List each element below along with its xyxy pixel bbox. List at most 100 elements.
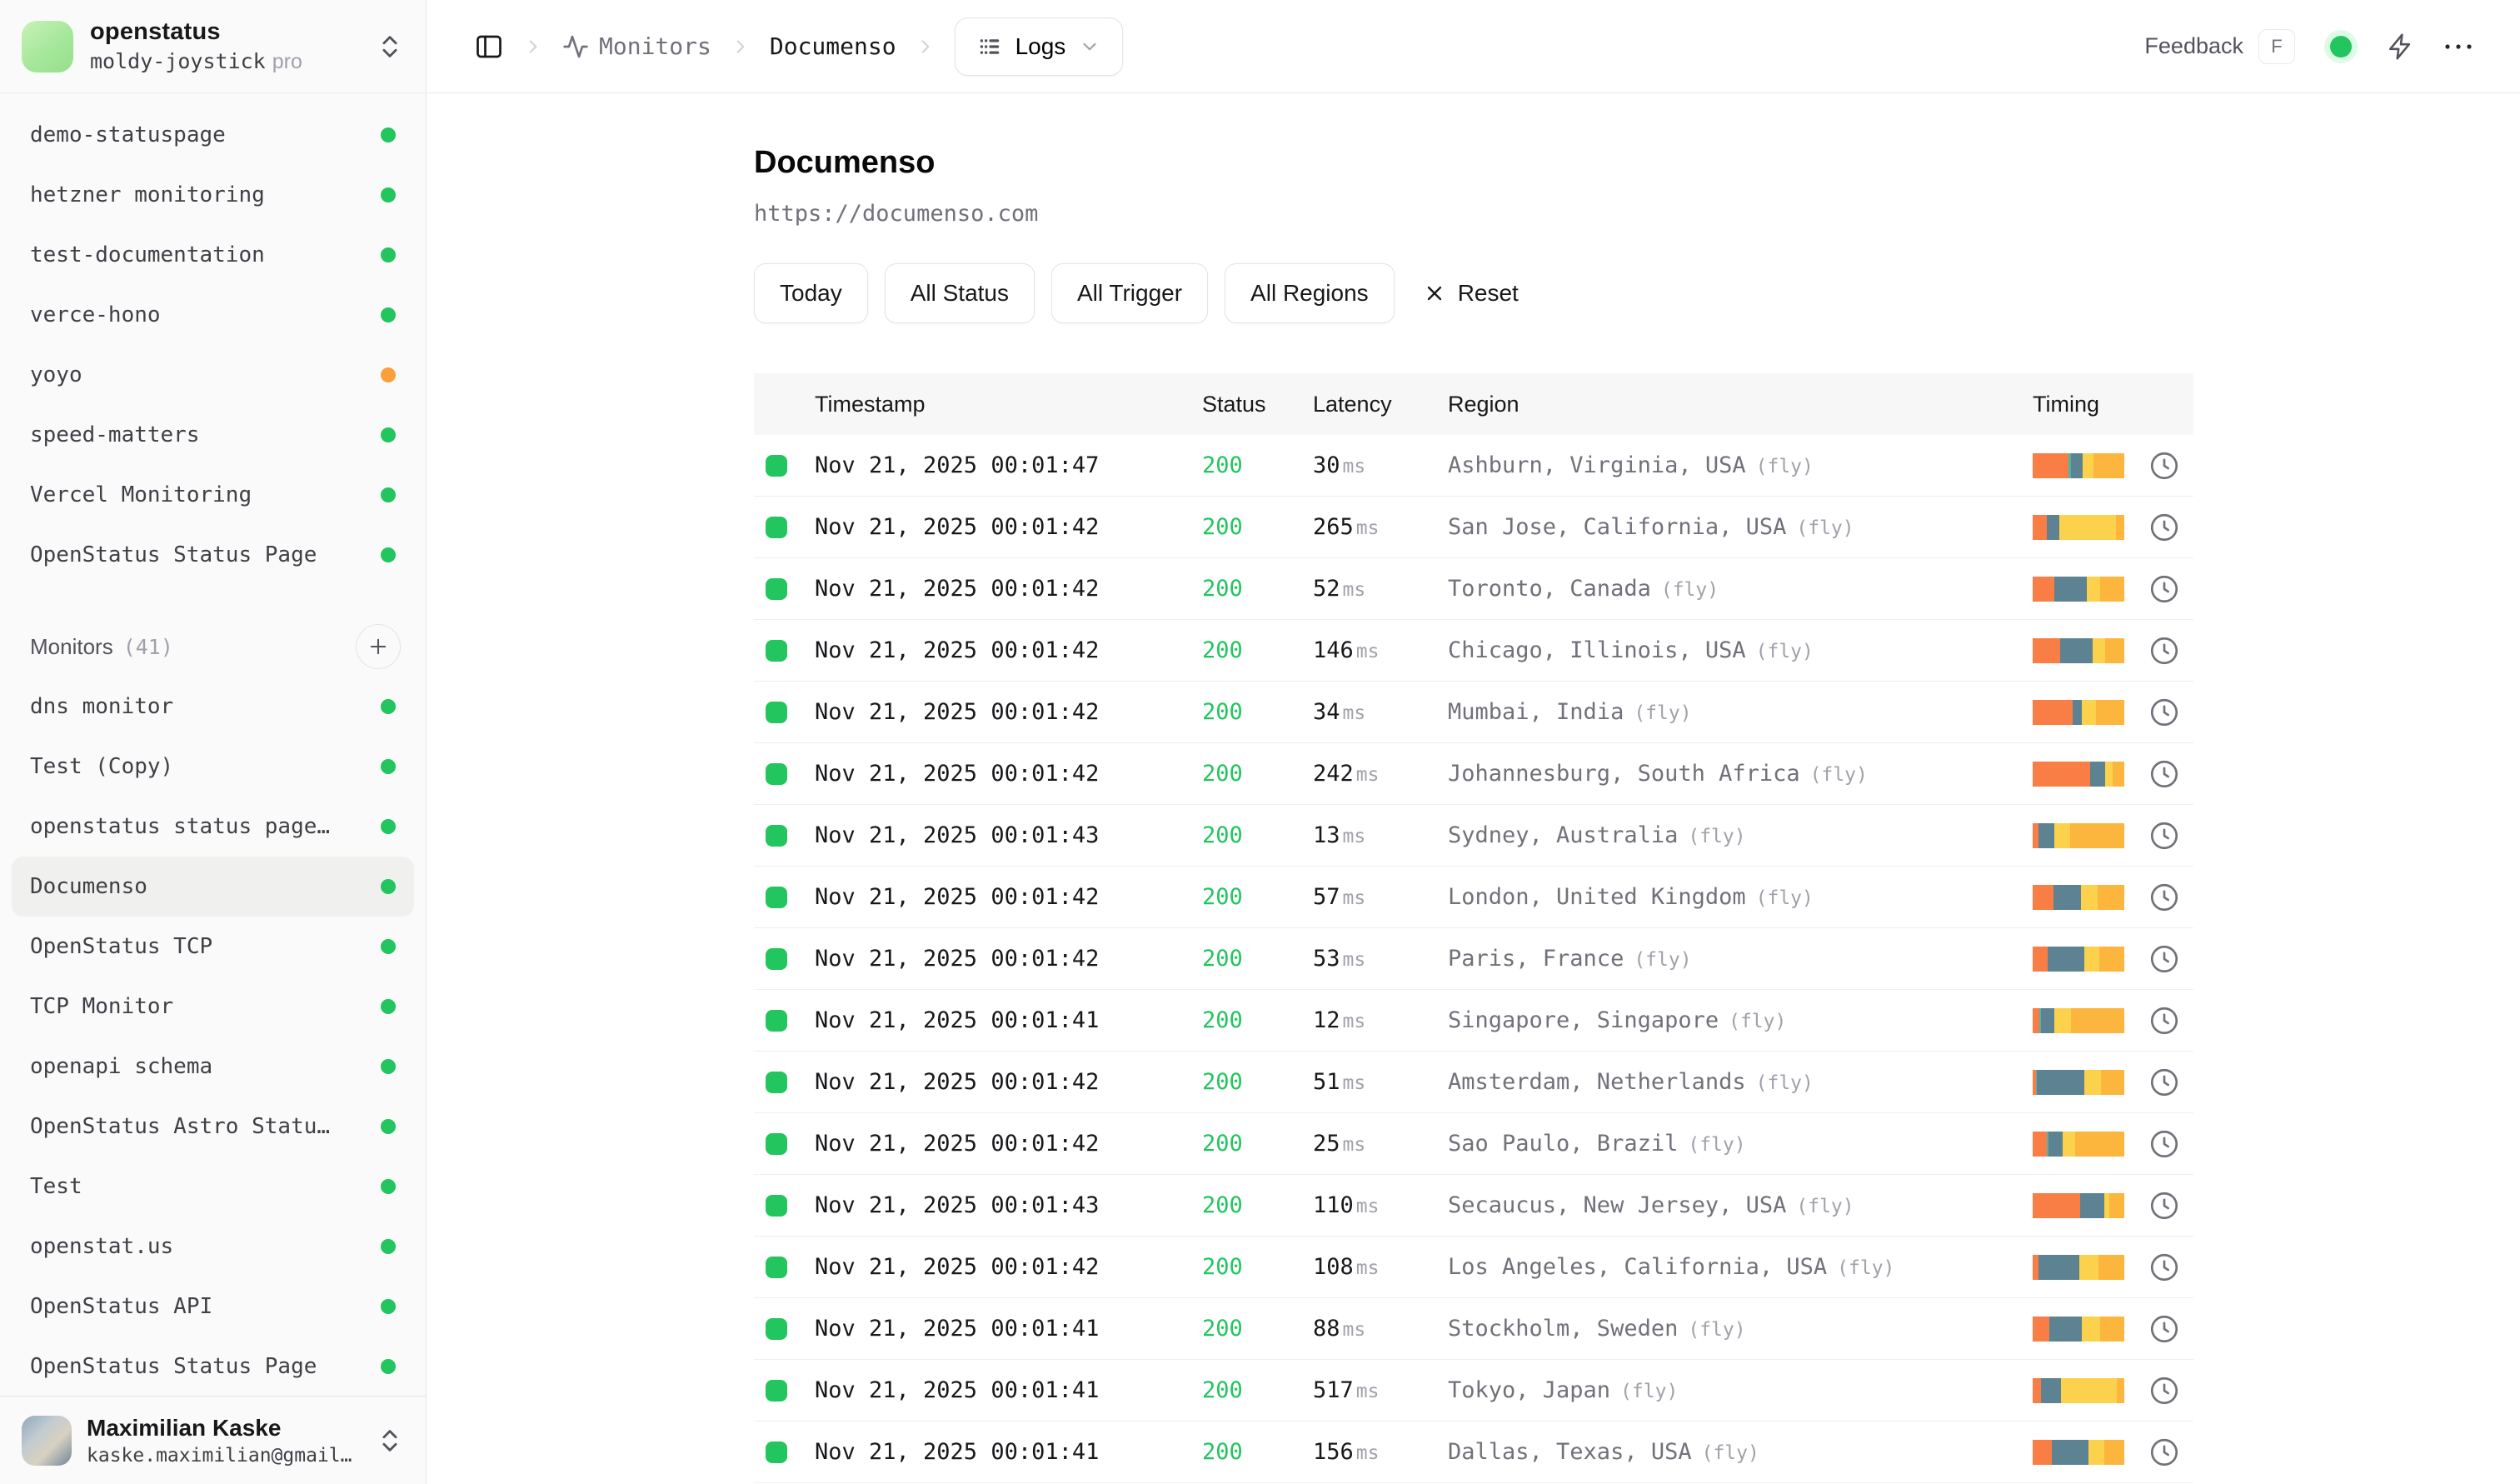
sidebar-monitor-openstat-us[interactable]: openstat.us (12, 1217, 414, 1277)
request-details-button[interactable] (2148, 1005, 2180, 1037)
sidebar-monitor-openapi-schema[interactable]: openapi schema (12, 1037, 414, 1097)
sidebar-monitor-openstatus-status-page-[interactable]: openstatus status page… (12, 797, 414, 857)
add-monitor-button[interactable] (356, 624, 401, 669)
sidebar-page-vercel-monitoring[interactable]: Vercel Monitoring (12, 465, 414, 525)
sidebar-item-label: Test (30, 1174, 82, 1199)
sidebar-page-openstatus-status-page[interactable]: OpenStatus Status Page (12, 525, 414, 585)
request-details-button[interactable] (2148, 573, 2180, 605)
table-row[interactable]: Nov 21, 2025 00:01:42 200 242ms Johannes… (754, 743, 2193, 805)
table-row[interactable]: Nov 21, 2025 00:01:42 200 51ms Amsterdam… (754, 1052, 2193, 1113)
sidebar-page-test-documentation[interactable]: test-documentation (12, 225, 414, 285)
filter-all-status[interactable]: All Status (885, 263, 1035, 323)
request-details-button[interactable] (2148, 820, 2180, 852)
feedback-button[interactable]: Feedback (2144, 33, 2243, 59)
table-row[interactable]: Nov 21, 2025 00:01:42 200 265ms San Jose… (754, 497, 2193, 558)
sidebar-monitor-test-copy-[interactable]: Test (Copy) (12, 737, 414, 797)
cell-status: 200 (1202, 576, 1313, 602)
timing-segment-tls (2080, 1193, 2104, 1218)
more-menu-button[interactable] (2443, 42, 2473, 51)
request-details-button[interactable] (2148, 1067, 2180, 1098)
cell-status: 200 (1202, 452, 1313, 478)
workspace-avatar (22, 21, 73, 72)
sidebar-page-speed-matters[interactable]: speed-matters (12, 405, 414, 465)
cell-status: 200 (1202, 637, 1313, 663)
sidebar-monitor-test[interactable]: Test (12, 1157, 414, 1217)
request-details-button[interactable] (2148, 1190, 2180, 1222)
sidebar-page-yoyo[interactable]: yoyo (12, 345, 414, 405)
ellipsis-icon (2443, 42, 2473, 51)
column-header-status: Status (1202, 392, 1313, 417)
request-details-button[interactable] (2148, 635, 2180, 667)
request-details-button[interactable] (2148, 882, 2180, 913)
timing-segment-transfer (2099, 947, 2124, 972)
sidebar-monitor-openstatus-status-page[interactable]: OpenStatus Status Page (12, 1337, 414, 1397)
request-details-button[interactable] (2148, 758, 2180, 790)
timing-segment-dns (2033, 885, 2053, 910)
status-dot (381, 699, 396, 714)
reset-filters-button[interactable]: Reset (1423, 280, 1519, 307)
table-header-row: TimestampStatusLatencyRegionTiming (754, 373, 2193, 435)
timing-segment-dns (2033, 823, 2038, 848)
cell-timestamp: Nov 21, 2025 00:01:41 (815, 1007, 1202, 1033)
workspace-switcher[interactable]: openstatus moldy-joystickpro (0, 0, 426, 93)
request-details-button[interactable] (2148, 1252, 2180, 1283)
filter-all-regions[interactable]: All Regions (1225, 263, 1395, 323)
sidebar-monitor-documenso[interactable]: Documenso (12, 857, 414, 917)
table-row[interactable]: Nov 21, 2025 00:01:42 200 34ms Mumbai, I… (754, 682, 2193, 743)
request-details-button[interactable] (2148, 1313, 2180, 1345)
sidebar-monitor-openstatus-tcp[interactable]: OpenStatus TCP (12, 917, 414, 977)
table-row[interactable]: Nov 21, 2025 00:01:41 200 88ms Stockholm… (754, 1298, 2193, 1360)
cell-timing (2033, 1128, 2193, 1160)
sidebar-monitor-openstatus-astro-statu-[interactable]: OpenStatus Astro Statu… (12, 1097, 414, 1157)
request-details-button[interactable] (2148, 697, 2180, 728)
clock-icon (2148, 1067, 2180, 1098)
sidebar-item-label: test-documentation (30, 242, 265, 267)
table-row[interactable]: Nov 21, 2025 00:01:41 200 12ms Singapore… (754, 990, 2193, 1052)
timing-segment-transfer (2075, 1132, 2124, 1157)
sidebar-page-demo-statuspage[interactable]: demo-statuspage (12, 105, 414, 165)
sidebar-monitor-openstatus-api[interactable]: OpenStatus API (12, 1277, 414, 1337)
workspace-name: openstatus (90, 18, 302, 46)
sidebar-page-hetzner-monitoring[interactable]: hetzner monitoring (12, 165, 414, 225)
clock-icon (2148, 1128, 2180, 1160)
table-row[interactable]: Nov 21, 2025 00:01:42 200 52ms Toronto, … (754, 558, 2193, 620)
timing-segment-transfer (2098, 1255, 2124, 1280)
sidebar-item-label: OpenStatus API (30, 1294, 212, 1319)
timing-bar (2033, 1440, 2124, 1465)
page-title: Documenso (754, 145, 2193, 181)
sidebar-toggle-button[interactable] (474, 32, 504, 62)
table-row[interactable]: Nov 21, 2025 00:01:42 200 57ms London, U… (754, 867, 2193, 928)
timing-bar (2033, 453, 2124, 478)
table-row[interactable]: Nov 21, 2025 00:01:43 200 110ms Secaucus… (754, 1175, 2193, 1237)
cell-latency: 108ms (1313, 1254, 1448, 1280)
system-status-indicator[interactable] (2330, 36, 2352, 57)
filter-today[interactable]: Today (754, 263, 868, 323)
sidebar-monitor-tcp-monitor[interactable]: TCP Monitor (12, 977, 414, 1037)
request-details-button[interactable] (2148, 1128, 2180, 1160)
request-details-button[interactable] (2148, 450, 2180, 482)
chevrons-up-down-icon (376, 1427, 404, 1455)
breadcrumb-monitor-name[interactable]: Documenso (770, 32, 896, 60)
view-switcher-logs[interactable]: Logs (955, 17, 1124, 76)
sidebar-monitor-dns-monitor[interactable]: dns monitor (12, 677, 414, 737)
table-row[interactable]: Nov 21, 2025 00:01:42 200 25ms Sao Paulo… (754, 1113, 2193, 1175)
user-avatar (22, 1416, 72, 1466)
breadcrumb-monitors[interactable]: Monitors (562, 32, 711, 60)
request-details-button[interactable] (2148, 1375, 2180, 1407)
table-row[interactable]: Nov 21, 2025 00:01:43 200 13ms Sydney, A… (754, 805, 2193, 867)
table-row[interactable]: Nov 21, 2025 00:01:42 200 53ms Paris, Fr… (754, 928, 2193, 990)
table-row[interactable]: Nov 21, 2025 00:01:42 200 146ms Chicago,… (754, 620, 2193, 682)
table-row[interactable]: Nov 21, 2025 00:01:41 200 156ms Dallas, … (754, 1422, 2193, 1483)
table-row[interactable]: Nov 21, 2025 00:01:41 200 517ms Tokyo, J… (754, 1360, 2193, 1422)
table-row[interactable]: Nov 21, 2025 00:01:47 200 30ms Ashburn, … (754, 435, 2193, 497)
filter-all-trigger[interactable]: All Trigger (1051, 263, 1208, 323)
request-details-button[interactable] (2148, 512, 2180, 543)
request-details-button[interactable] (2148, 943, 2180, 975)
request-details-button[interactable] (2148, 1437, 2180, 1468)
user-menu[interactable]: Maximilian Kaske kaske.maximilian@gmail… (0, 1396, 426, 1484)
sidebar-page-verce-hono[interactable]: verce-hono (12, 285, 414, 345)
command-button[interactable] (2387, 32, 2415, 61)
timing-segment-transfer (2070, 823, 2124, 848)
status-ok-square (766, 1442, 787, 1463)
table-row[interactable]: Nov 21, 2025 00:01:42 200 108ms Los Ange… (754, 1237, 2193, 1298)
